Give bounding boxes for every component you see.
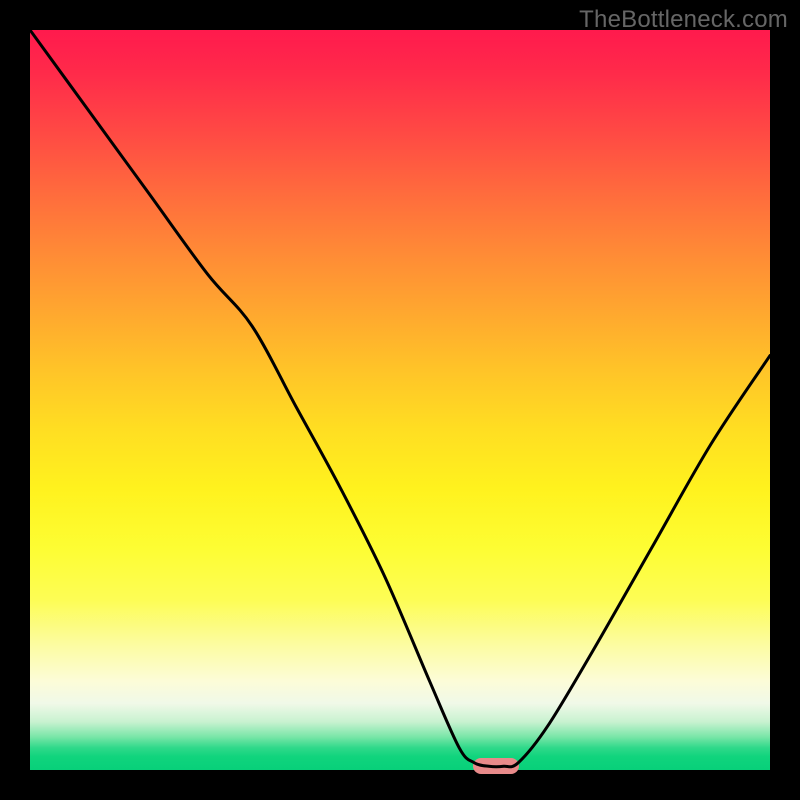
- bottleneck-curve: [30, 30, 770, 770]
- watermark-text: TheBottleneck.com: [579, 6, 788, 34]
- curve-path: [30, 30, 770, 767]
- chart-container: TheBottleneck.com: [0, 0, 800, 800]
- plot-area: [30, 30, 770, 770]
